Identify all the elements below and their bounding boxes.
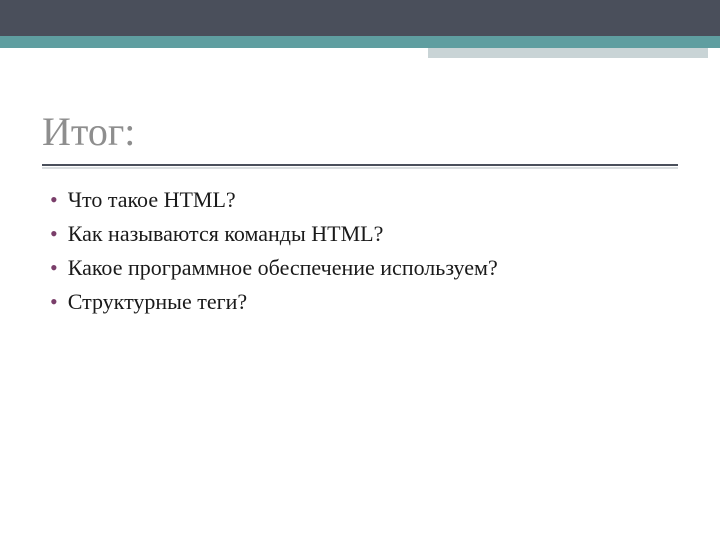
list-item-text: Структурные теги? xyxy=(68,288,247,316)
bullet-marker-icon: • xyxy=(50,220,58,248)
slide-title: Итог: xyxy=(42,108,135,155)
bullet-list: • Что такое HTML? • Как называются коман… xyxy=(50,186,680,322)
list-item-text: Какое программное обеспечение используем… xyxy=(68,254,498,282)
top-bar-dark xyxy=(0,0,720,36)
slide: Итог: • Что такое HTML? • Как называются… xyxy=(0,0,720,540)
top-bar-teal xyxy=(0,36,720,48)
bullet-marker-icon: • xyxy=(50,288,58,316)
list-item: • Структурные теги? xyxy=(50,288,680,316)
accent-bar xyxy=(428,48,708,58)
list-item: • Какое программное обеспечение использу… xyxy=(50,254,680,282)
list-item: • Что такое HTML? xyxy=(50,186,680,214)
list-item: • Как называются команды HTML? xyxy=(50,220,680,248)
bullet-marker-icon: • xyxy=(50,254,58,282)
title-divider-dark xyxy=(42,164,678,166)
list-item-text: Как называются команды HTML? xyxy=(68,220,384,248)
bullet-marker-icon: • xyxy=(50,186,58,214)
title-divider-light xyxy=(42,167,678,169)
list-item-text: Что такое HTML? xyxy=(68,186,236,214)
